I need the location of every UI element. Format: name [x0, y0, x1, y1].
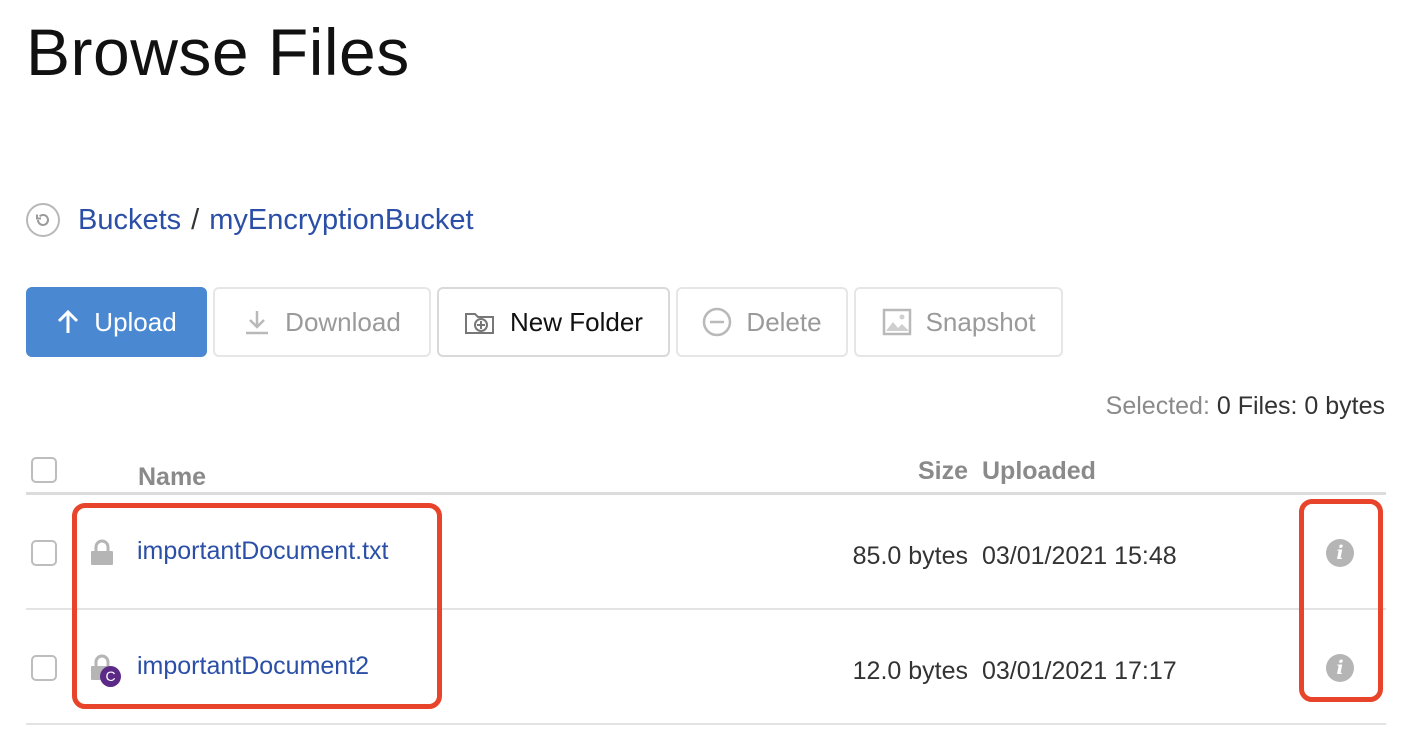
- breadcrumb-current-bucket[interactable]: myEncryptionBucket: [209, 204, 473, 237]
- breadcrumb-buckets-link[interactable]: Buckets: [78, 204, 181, 237]
- download-icon: [243, 308, 271, 336]
- lock-icon: [90, 538, 114, 571]
- folder-plus-icon: [464, 308, 496, 336]
- upload-button[interactable]: Upload: [26, 287, 207, 357]
- file-table: Name Size Uploaded importantDocument.txt…: [26, 450, 1386, 725]
- minus-circle-icon: [702, 307, 732, 337]
- delete-button-label: Delete: [746, 306, 822, 337]
- selection-value: 0 Files: 0 bytes: [1216, 392, 1385, 420]
- file-name-link[interactable]: importantDocument2: [137, 652, 369, 681]
- table-row: importantDocument.txt 85.0 bytes 03/01/2…: [26, 495, 1386, 610]
- file-name-link[interactable]: importantDocument.txt: [137, 537, 389, 566]
- image-icon: [882, 308, 912, 336]
- selection-label: Selected:: [1105, 392, 1210, 420]
- row-checkbox[interactable]: [31, 540, 57, 566]
- customer-key-badge: C: [100, 666, 121, 687]
- file-size: 85.0 bytes: [852, 542, 968, 570]
- file-uploaded-date: 03/01/2021 15:48: [982, 542, 1177, 570]
- upload-button-label: Upload: [94, 306, 177, 337]
- breadcrumb: Buckets / myEncryptionBucket: [26, 200, 474, 240]
- breadcrumb-separator: /: [191, 203, 200, 236]
- table-row: C importantDocument2 12.0 bytes 03/01/20…: [26, 610, 1386, 725]
- new-folder-button[interactable]: New Folder: [437, 287, 670, 357]
- snapshot-button[interactable]: Snapshot: [854, 287, 1063, 357]
- column-header-name[interactable]: Name: [138, 463, 206, 492]
- file-uploaded-date: 03/01/2021 17:17: [982, 657, 1177, 685]
- file-size: 12.0 bytes: [852, 657, 968, 685]
- download-button-label: Download: [285, 306, 401, 337]
- info-icon[interactable]: i: [1326, 654, 1354, 682]
- table-header: Name Size Uploaded: [26, 450, 1386, 495]
- select-all-checkbox[interactable]: [31, 457, 57, 483]
- back-arrow-circle-icon[interactable]: [26, 203, 60, 237]
- snapshot-button-label: Snapshot: [925, 306, 1036, 337]
- column-header-size[interactable]: Size: [918, 457, 968, 486]
- selection-summary: Selected: 0 Files: 0 bytes: [1106, 392, 1385, 421]
- arrow-up-icon: [56, 309, 80, 335]
- download-button[interactable]: Download: [213, 287, 431, 357]
- column-header-uploaded[interactable]: Uploaded: [982, 457, 1096, 486]
- delete-button[interactable]: Delete: [676, 287, 848, 357]
- toolbar: Upload Download New Folder Delete Snapsh…: [26, 287, 1069, 357]
- new-folder-button-label: New Folder: [510, 306, 643, 337]
- row-checkbox[interactable]: [31, 655, 57, 681]
- page-title: Browse Files: [26, 15, 410, 89]
- info-icon[interactable]: i: [1326, 539, 1354, 567]
